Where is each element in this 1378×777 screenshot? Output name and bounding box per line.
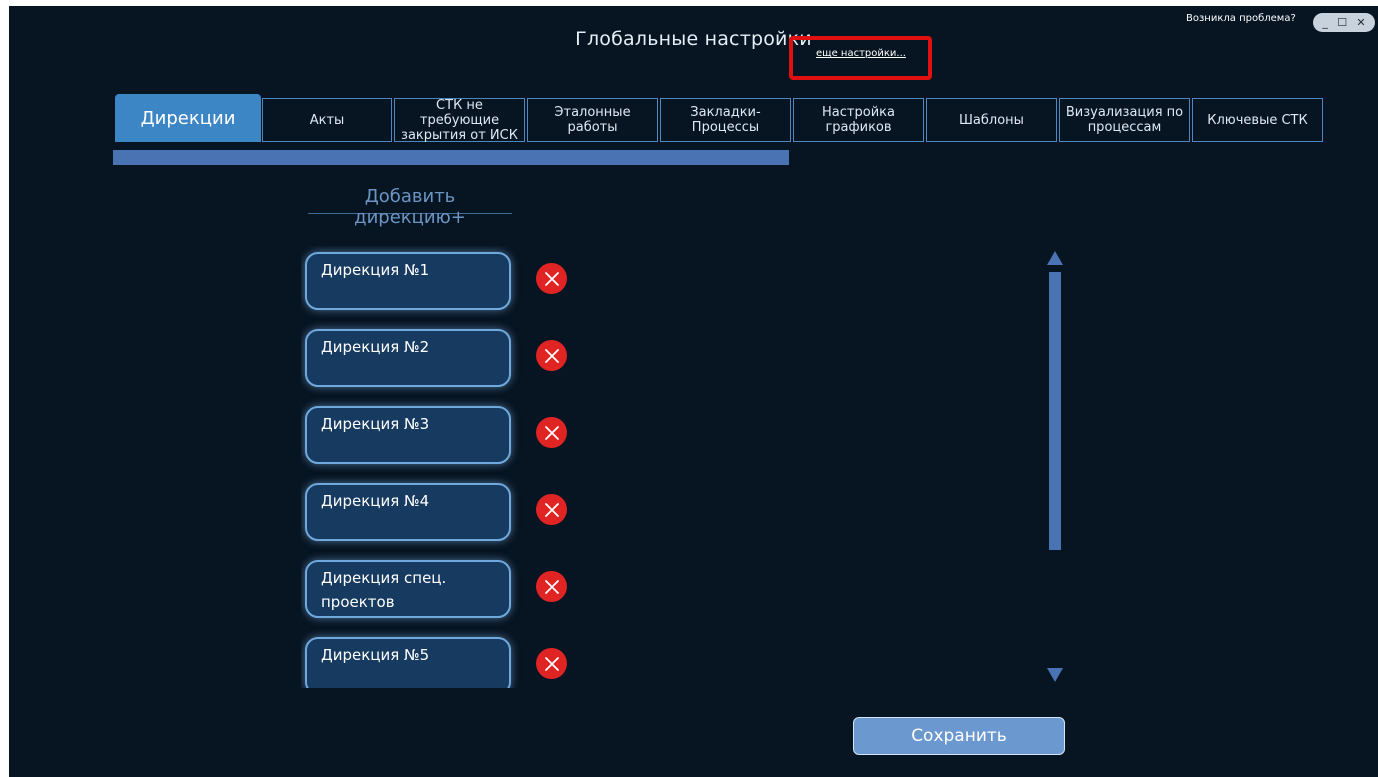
save-button[interactable]: Сохранить: [853, 717, 1065, 755]
direction-name-field[interactable]: Дирекция №4: [305, 483, 511, 541]
delete-button[interactable]: [536, 571, 567, 602]
delete-button[interactable]: [536, 263, 567, 294]
close-circle-icon: [544, 579, 559, 594]
list-item: Дирекция спец. проектов: [301, 554, 581, 631]
list-item: Дирекция №2: [301, 323, 581, 400]
app-window: Глобальные настройки еще настройки... Во…: [9, 6, 1378, 777]
tab-templates[interactable]: Шаблоны: [926, 98, 1057, 142]
direction-name-field[interactable]: Дирекция №1: [305, 252, 511, 310]
page-title: Глобальные настройки: [575, 28, 812, 50]
directions-list: Дирекция №1 Дирекция №2 Дирекция №3 Дире…: [301, 246, 581, 688]
tab-reference-works[interactable]: Эталонные работы: [527, 98, 658, 142]
scroll-up-icon[interactable]: [1047, 251, 1063, 265]
tab-stk-no-closing[interactable]: СТК не требующие закрытия от ИСК: [394, 98, 525, 143]
close-circle-icon: [544, 502, 559, 517]
minimize-icon[interactable]: _: [1322, 13, 1328, 32]
window-controls: _ ☐ ✕: [1313, 13, 1375, 32]
tab-key-stk[interactable]: Ключевые СТК: [1192, 98, 1323, 142]
close-circle-icon: [544, 271, 559, 286]
delete-button[interactable]: [536, 340, 567, 371]
direction-name-field[interactable]: Дирекция №3: [305, 406, 511, 464]
direction-name-field[interactable]: Дирекция №5: [305, 637, 511, 688]
scroll-down-icon[interactable]: [1047, 668, 1063, 682]
maximize-icon[interactable]: ☐: [1337, 13, 1347, 32]
close-icon[interactable]: ✕: [1356, 13, 1365, 32]
tab-directions[interactable]: Дирекции: [115, 94, 261, 142]
close-circle-icon: [544, 425, 559, 440]
scrollbar-thumb[interactable]: [1049, 272, 1061, 550]
list-item: Дирекция №4: [301, 477, 581, 554]
close-circle-icon: [544, 348, 559, 363]
report-problem-link[interactable]: Возникла проблема?: [1186, 13, 1296, 24]
direction-name-field[interactable]: Дирекция №2: [305, 329, 511, 387]
list-item: Дирекция №3: [301, 400, 581, 477]
tab-acts[interactable]: Акты: [262, 98, 392, 142]
list-item: Дирекция №5: [301, 631, 581, 688]
direction-name-field[interactable]: Дирекция спец. проектов: [305, 560, 511, 618]
tab-process-visualization[interactable]: Визуализация по процессам: [1059, 98, 1190, 142]
delete-button[interactable]: [536, 494, 567, 525]
tab-indicator-bar: [113, 150, 789, 165]
close-circle-icon: [544, 656, 559, 671]
list-item: Дирекция №1: [301, 246, 581, 323]
tab-chart-settings[interactable]: Настройка графиков: [793, 98, 924, 142]
more-settings-link[interactable]: еще настройки...: [816, 48, 906, 59]
add-direction-button[interactable]: Добавить дирекцию+: [308, 186, 512, 228]
delete-button[interactable]: [536, 648, 567, 679]
delete-button[interactable]: [536, 417, 567, 448]
tab-bookmarks-processes[interactable]: Закладки-Процессы: [660, 98, 791, 142]
